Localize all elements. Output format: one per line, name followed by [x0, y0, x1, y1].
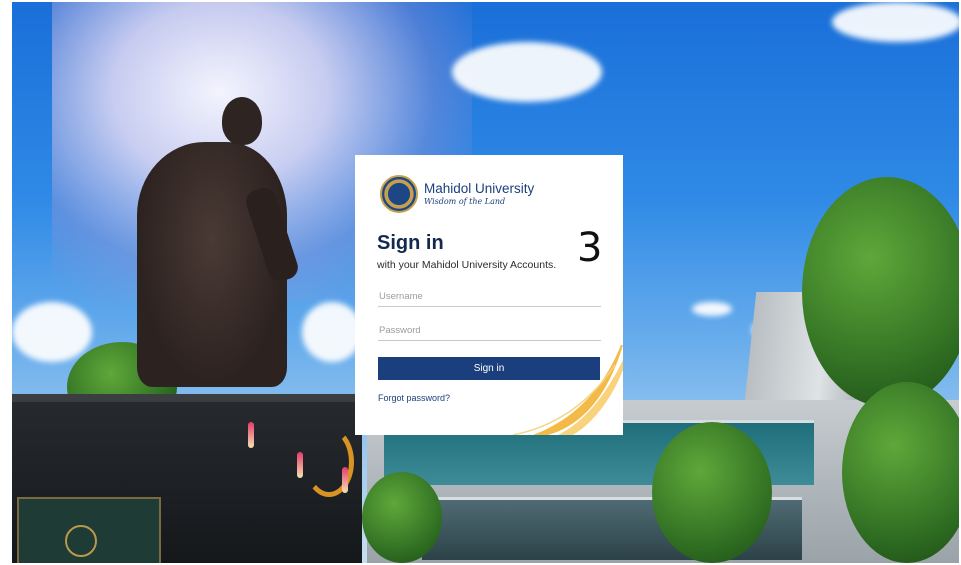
statue	[137, 142, 287, 387]
plaque-seal-icon	[65, 525, 97, 557]
cloud	[12, 302, 92, 362]
pedestal-plaque	[17, 497, 161, 563]
garland-tassel	[248, 422, 254, 448]
signin-button[interactable]: Sign in	[378, 357, 600, 380]
tree	[652, 422, 772, 563]
garland-tassel	[297, 452, 303, 478]
brand-logo: Mahidol University Wisdom of the Land	[380, 175, 534, 213]
cloud	[832, 2, 959, 42]
cloud	[302, 302, 362, 362]
password-input[interactable]	[378, 320, 601, 341]
step-number-annotation: 3	[577, 225, 603, 271]
cloud	[452, 42, 602, 102]
tree	[802, 177, 959, 407]
tree	[362, 472, 442, 563]
forgot-password-link[interactable]: Forgot password?	[378, 393, 450, 403]
page-title: Sign in	[377, 232, 444, 254]
username-input[interactable]	[378, 286, 601, 307]
cloud	[692, 302, 732, 316]
mahidol-seal-icon	[380, 175, 418, 213]
login-card: Mahidol University Wisdom of the Land Si…	[355, 155, 623, 435]
brand-text: Mahidol University Wisdom of the Land	[424, 182, 534, 207]
brand-name: Mahidol University	[424, 180, 535, 196]
page-subtitle: with your Mahidol University Accounts.	[377, 259, 557, 271]
statue-head	[222, 97, 262, 145]
brand-tagline: Wisdom of the Land	[424, 197, 506, 207]
garland-tassel	[342, 467, 348, 493]
